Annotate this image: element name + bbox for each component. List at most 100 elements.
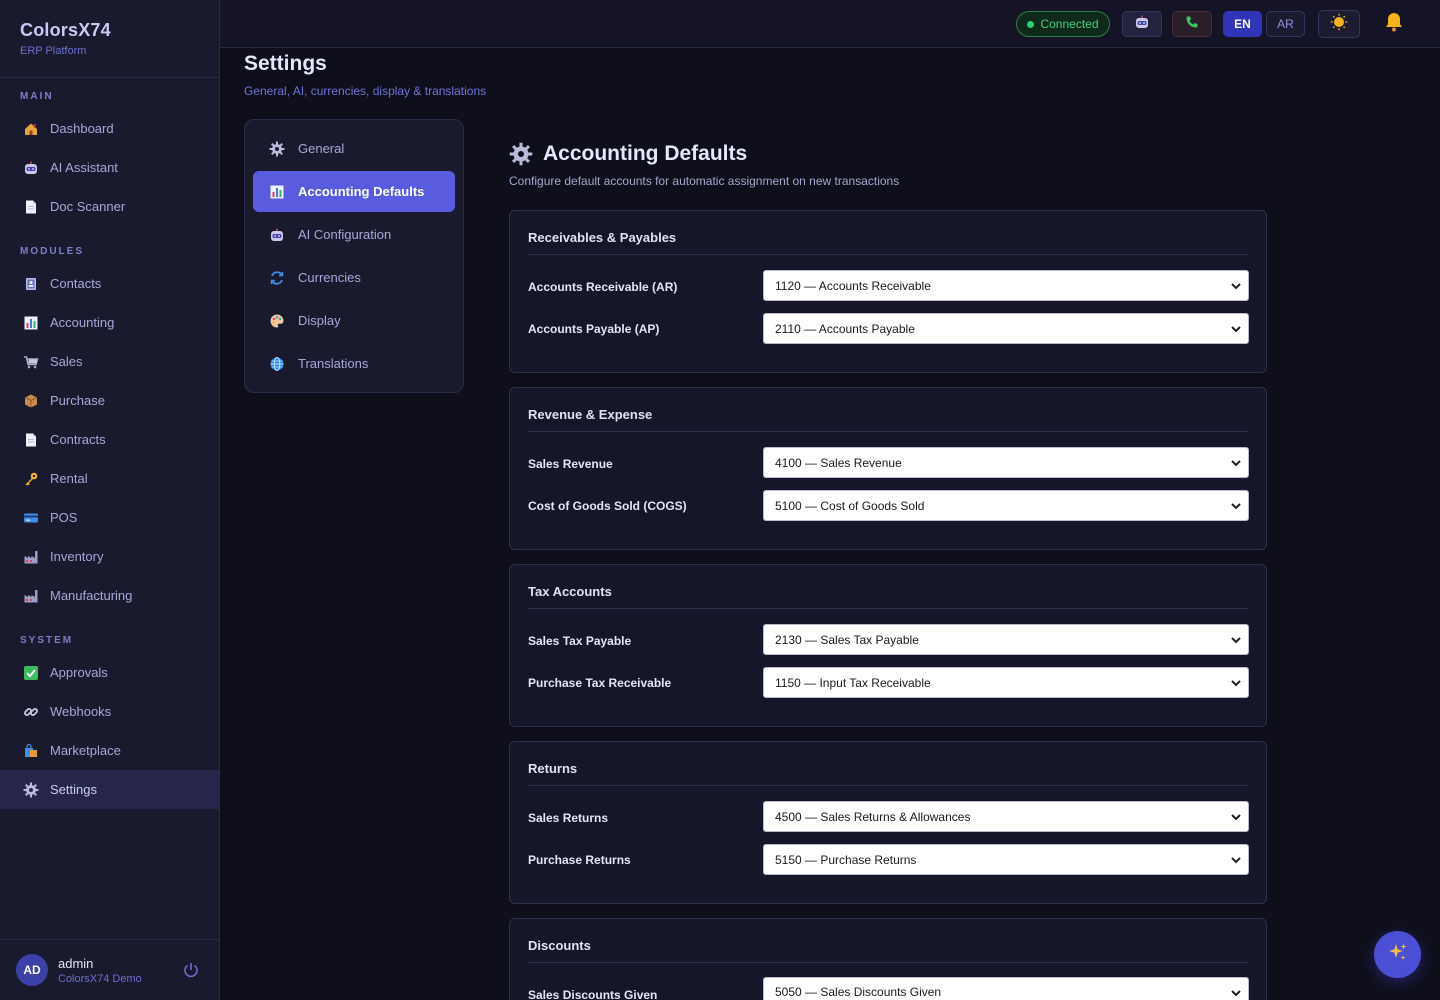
chevron-down-icon — [1230, 987, 1242, 999]
gear-icon — [22, 781, 40, 799]
chevron-down-icon — [1230, 811, 1242, 823]
currency-exchange-icon — [268, 269, 286, 287]
avatar: AD — [16, 954, 48, 986]
card-title: Returns — [528, 761, 1249, 786]
field-label: Sales Tax Payable — [528, 634, 632, 648]
theme-toggle-button[interactable] — [1318, 10, 1360, 38]
contacts-icon — [22, 275, 40, 293]
chevron-down-icon — [1230, 854, 1242, 866]
field-label: Cost of Goods Sold (COGS) — [528, 499, 687, 513]
purchase-returns-select[interactable]: 5150 — Purchase Returns — [763, 844, 1249, 875]
sidebar-item-inventory[interactable]: Inventory — [0, 537, 220, 576]
sidebar-item-accounting[interactable]: Accounting — [0, 303, 220, 342]
tab-label: Accounting Defaults — [298, 184, 425, 199]
sales-tax-payable-select[interactable]: 2130 — Sales Tax Payable — [763, 624, 1249, 655]
ai-sparkle-button[interactable] — [1374, 931, 1421, 978]
sidebar-item-label: Doc Scanner — [50, 199, 126, 214]
document-icon — [22, 198, 40, 216]
notifications-button[interactable] — [1382, 11, 1406, 37]
tab-ai-configuration[interactable]: AI Configuration — [253, 214, 455, 255]
link-icon — [22, 703, 40, 721]
field-label: Purchase Returns — [528, 853, 631, 867]
sidebar-item-marketplace[interactable]: Marketplace — [0, 731, 220, 770]
sidebar-item-approvals[interactable]: Approvals — [0, 653, 220, 692]
sidebar-item-label: Manufacturing — [50, 588, 133, 603]
sun-icon — [1330, 13, 1348, 36]
sidebar-item-label: Rental — [50, 471, 88, 486]
sidebar-item-label: Contracts — [50, 432, 106, 447]
sales-returns-select[interactable]: 4500 — Sales Returns & Allowances — [763, 801, 1249, 832]
sidebar-item-contracts[interactable]: Contracts — [0, 420, 220, 459]
gear-icon — [509, 142, 533, 166]
user-name: admin — [58, 955, 94, 971]
sidebar-item-pos[interactable]: POS — [0, 498, 220, 537]
select-value: 5150 — Purchase Returns — [775, 852, 917, 867]
sidebar: ColorsX74 ERP Platform MAIN Dashboard AI… — [0, 0, 220, 1000]
sidebar-item-doc-scanner[interactable]: Doc Scanner — [0, 187, 220, 226]
language-en-button[interactable]: EN — [1223, 11, 1262, 37]
cart-icon — [22, 353, 40, 371]
select-value: 4500 — Sales Returns & Allowances — [775, 809, 971, 824]
language-ar-button[interactable]: AR — [1266, 11, 1305, 37]
user-profile[interactable]: AD admin ColorsX74 Demo — [0, 939, 220, 1000]
purchase-tax-receivable-select[interactable]: 1150 — Input Tax Receivable — [763, 667, 1249, 698]
package-icon — [22, 392, 40, 410]
card-title: Revenue & Expense — [528, 407, 1249, 432]
sidebar-item-webhooks[interactable]: Webhooks — [0, 692, 220, 731]
page-title: Settings — [244, 52, 327, 75]
robot-icon — [268, 226, 286, 244]
tab-label: AI Configuration — [298, 227, 392, 242]
power-icon[interactable] — [182, 961, 200, 979]
nav-section-modules: MODULES Contacts Accounting Sales Purcha… — [0, 246, 220, 615]
card-title: Receivables & Payables — [528, 230, 1249, 255]
key-icon — [22, 470, 40, 488]
sidebar-item-purchase[interactable]: Purchase — [0, 381, 220, 420]
chevron-down-icon — [1230, 677, 1242, 689]
chevron-down-icon — [1230, 280, 1242, 292]
tab-accounting-defaults[interactable]: Accounting Defaults — [253, 171, 455, 212]
sidebar-item-label: Settings — [50, 782, 97, 797]
sidebar-item-settings[interactable]: Settings — [0, 770, 220, 809]
sidebar-item-contacts[interactable]: Contacts — [0, 264, 220, 303]
user-meta: admin ColorsX74 Demo — [58, 956, 142, 985]
ai-assistant-button[interactable] — [1122, 11, 1162, 37]
nav-section-system: SYSTEM Approvals Webhooks Marketplace Se… — [0, 635, 220, 809]
sidebar-item-sales[interactable]: Sales — [0, 342, 220, 381]
section-title-text: Accounting Defaults — [543, 142, 748, 165]
tab-label: Translations — [298, 356, 369, 371]
chevron-down-icon — [1230, 634, 1242, 646]
sales-discounts-given-select[interactable]: 5050 — Sales Discounts Given — [763, 977, 1249, 1000]
cogs-select[interactable]: 5100 — Cost of Goods Sold — [763, 490, 1249, 521]
sales-revenue-select[interactable]: 4100 — Sales Revenue — [763, 447, 1249, 478]
sidebar-item-dashboard[interactable]: Dashboard — [0, 109, 220, 148]
accounts-receivable-select[interactable]: 1120 — Accounts Receivable — [763, 270, 1249, 301]
section-title: Accounting Defaults — [509, 142, 899, 166]
shopping-bag-icon — [22, 742, 40, 760]
sidebar-item-ai-assistant[interactable]: AI Assistant — [0, 148, 220, 187]
card-title: Tax Accounts — [528, 584, 1249, 609]
user-org: ColorsX74 Demo — [58, 972, 142, 985]
factory-icon — [22, 548, 40, 566]
sidebar-item-label: Approvals — [50, 665, 108, 680]
tab-general[interactable]: General — [253, 128, 455, 169]
phone-icon — [1185, 15, 1199, 34]
tab-translations[interactable]: Translations — [253, 343, 455, 384]
sidebar-item-label: POS — [50, 510, 78, 525]
field-label: Sales Discounts Given — [528, 988, 658, 1000]
tab-display[interactable]: Display — [253, 300, 455, 341]
sidebar-item-label: Sales — [50, 354, 83, 369]
field-label: Accounts Receivable (AR) — [528, 280, 678, 294]
sidebar-item-manufacturing[interactable]: Manufacturing — [0, 576, 220, 615]
accounts-payable-select[interactable]: 2110 — Accounts Payable — [763, 313, 1249, 344]
tab-label: General — [298, 141, 345, 156]
sidebar-item-label: Purchase — [50, 393, 105, 408]
tab-currencies[interactable]: Currencies — [253, 257, 455, 298]
card-discounts: Discounts Sales Discounts Given 5050 — S… — [509, 918, 1267, 1000]
robot-icon — [1134, 14, 1150, 35]
call-button[interactable] — [1172, 11, 1212, 37]
sidebar-item-rental[interactable]: Rental — [0, 459, 220, 498]
nav-heading: MODULES — [20, 246, 84, 257]
card-receivables-payables: Receivables & Payables Accounts Receivab… — [509, 210, 1267, 373]
select-value: 2130 — Sales Tax Payable — [775, 632, 919, 647]
gear-icon — [268, 140, 286, 158]
